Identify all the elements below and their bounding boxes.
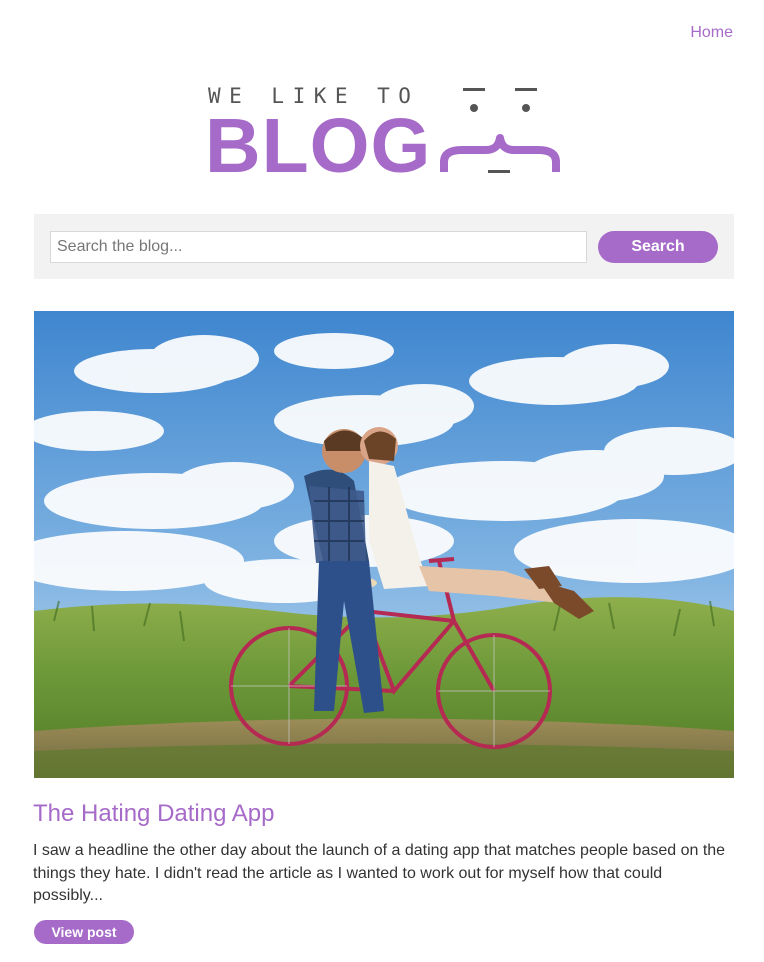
smirk-face-icon [440,88,560,173]
logo-word: BLOG [205,103,432,189]
view-post-button[interactable]: View post [34,920,134,944]
search-bar: Search [34,214,734,279]
couple-on-bicycle-photo [34,311,734,778]
page: Home WE LIKE TO BLOG Search the blog... … [0,0,764,962]
post-image[interactable] [34,311,734,778]
post-title[interactable]: The Hating Dating App [33,800,275,828]
nav-link-home[interactable]: Home [690,24,733,41]
post-excerpt: I saw a headline the other day about the… [33,842,726,904]
search-button[interactable]: Search [598,231,718,263]
search-input[interactable] [50,231,587,263]
site-logo[interactable]: WE LIKE TO BLOG [205,84,565,189]
top-nav: Home [690,24,733,42]
